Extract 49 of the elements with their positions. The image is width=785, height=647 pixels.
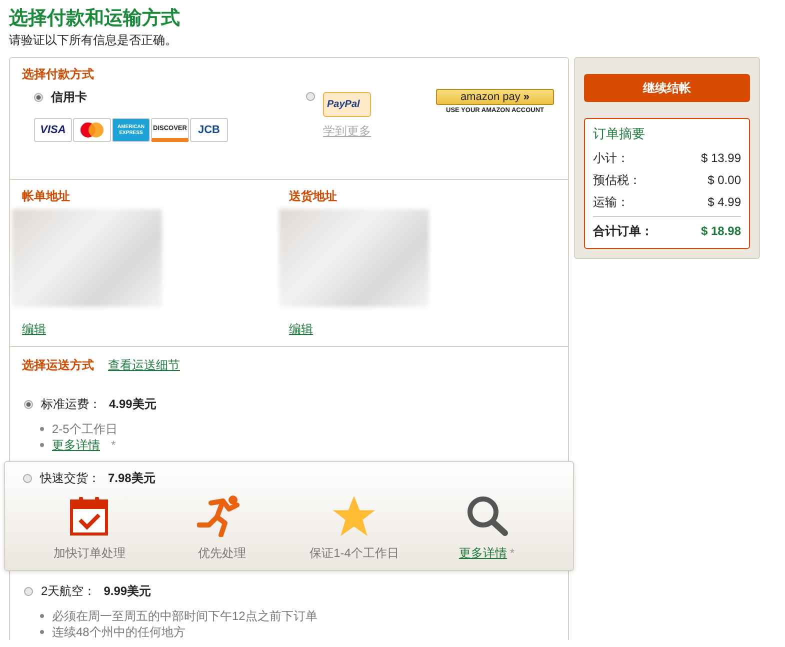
shipping-option-label: 2天航空：	[41, 583, 96, 600]
edit-link[interactable]: 编辑	[289, 321, 313, 338]
radio-button[interactable]	[24, 400, 33, 409]
jcb-card-logo: JCB	[190, 118, 228, 142]
continue-checkout-button[interactable]: 继续结帐	[584, 74, 750, 102]
total-value: $ 18.98	[700, 223, 741, 240]
paypal-logo: PayPal	[323, 92, 371, 117]
asterisk-note: *	[111, 437, 116, 453]
section-heading: 送货地址	[289, 188, 337, 205]
search-icon	[466, 495, 508, 537]
star-icon	[331, 495, 378, 537]
section-heading: 帐单地址	[22, 188, 70, 205]
asterisk-note: *	[510, 546, 515, 560]
radio-button[interactable]	[24, 587, 33, 596]
bullet-text: 连续48个州中的任何地方	[52, 624, 186, 640]
page-subtitle: 请验证以下所有信息是否正确。	[9, 32, 178, 49]
bullet-text: 必须在周一至周五的中部时间下午12点之前下订单	[52, 608, 318, 624]
section-heading: 选择运送方式	[22, 357, 94, 374]
radio-button[interactable]	[34, 93, 43, 102]
shipping-option-label: 快速交货：	[40, 470, 100, 487]
radio-button[interactable]	[306, 92, 315, 101]
more-details-link[interactable]: 更多详情	[458, 546, 507, 560]
shipping-price: 9.99美元	[104, 583, 152, 600]
radio-button[interactable]	[23, 474, 32, 483]
mastercard-logo	[73, 118, 111, 142]
total-label: 合计订单：	[593, 223, 653, 240]
summary-value: $ 0.00	[708, 172, 741, 189]
shipping-price: 7.98美元	[108, 470, 156, 487]
amazon-pay-button[interactable]: amazon pay »	[436, 89, 554, 105]
shipping-option-label: 标准运费：	[41, 396, 101, 413]
section-heading: 选择付款方式	[22, 66, 95, 83]
shipping-price: 4.99美元	[109, 396, 156, 413]
bullet-text: 2-5个工作日	[52, 421, 118, 437]
visa-card-logo: VISA	[34, 118, 72, 142]
calendar-check-icon	[70, 495, 108, 537]
summary-label: 小计：	[593, 150, 629, 167]
payment-label: 信用卡	[51, 89, 87, 106]
feature-text: 保证1-4个工作日	[310, 546, 399, 560]
summary-label: 预估税：	[593, 172, 641, 189]
summary-value: $ 13.99	[700, 150, 741, 167]
more-details-link[interactable]: 更多详情	[52, 437, 100, 453]
page-title: 选择付款和运输方式	[9, 7, 181, 31]
feature-text: 优先处理	[198, 546, 246, 560]
summary-label: 运输：	[593, 194, 629, 211]
summary-value: $ 4.99	[708, 194, 741, 211]
feature-text: 加快订单处理	[53, 546, 126, 560]
shipping-details-link[interactable]: 查看运送细节	[108, 357, 180, 374]
summary-title: 订单摘要	[593, 125, 646, 143]
edit-link[interactable]: 编辑	[22, 321, 46, 338]
